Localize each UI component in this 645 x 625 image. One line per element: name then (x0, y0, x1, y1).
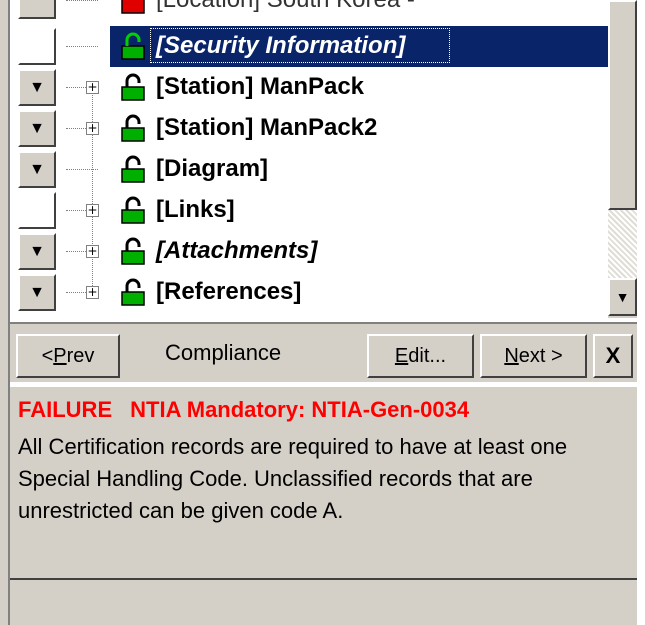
tree-item-label: [Links] (156, 196, 235, 223)
row-flag-button[interactable]: ▼ (18, 233, 56, 270)
expand-plus-icon[interactable]: + (86, 81, 99, 94)
row-flag-button[interactable]: ▼ (18, 110, 56, 147)
green-lock-icon (121, 237, 145, 265)
red-lock-icon (121, 0, 145, 14)
row-flag-button[interactable] (18, 28, 56, 65)
tree-row[interactable]: ▼ + [Station] ManPack (10, 67, 608, 108)
prev-button-mnemonic: P (53, 344, 67, 367)
row-flag-button[interactable] (18, 0, 56, 19)
tree-row[interactable]: ▼ + [Attachments] (10, 231, 608, 272)
down-triangle-icon: ▼ (29, 119, 45, 137)
expand-plus-icon[interactable]: + (86, 122, 99, 135)
green-lock-icon (121, 32, 145, 60)
expand-plus-icon[interactable]: + (86, 245, 99, 258)
expand-plus-icon[interactable]: + (86, 286, 99, 299)
tree-row[interactable]: ▼ + [Station] ManPack2 (10, 108, 608, 149)
tree-row-partial[interactable]: [Location] South Korea - (10, 0, 608, 21)
close-icon: X (605, 343, 621, 368)
down-triangle-icon: ▼ (29, 78, 45, 96)
status-bar (10, 578, 637, 625)
failure-description: All Certification records are required t… (18, 434, 568, 523)
down-triangle-icon: ▼ (29, 160, 45, 178)
green-lock-icon (121, 278, 145, 306)
scrollbar-thumb[interactable] (608, 0, 637, 210)
tree-item-label: [Attachments] (156, 237, 318, 264)
tree-row[interactable]: [Security Information] (10, 26, 608, 67)
failure-rule-id: NTIA Mandatory: NTIA-Gen-0034 (130, 397, 470, 422)
scroll-down-arrow-icon: ▼ (615, 289, 630, 305)
edit-button-label: dit... (408, 344, 447, 367)
scroll-down-button[interactable]: ▼ (608, 278, 637, 316)
row-flag-button[interactable]: ▼ (18, 69, 56, 106)
tree-connector (66, 46, 98, 47)
compliance-window: [Location] South Korea - [Security Infor… (0, 0, 645, 625)
green-lock-icon (121, 114, 145, 142)
toolbar-title: Compliance (165, 340, 282, 365)
tree-row[interactable]: ▼ + [References] (10, 272, 608, 313)
down-triangle-icon: ▼ (29, 283, 45, 301)
prev-button-prefix: < (41, 344, 54, 367)
green-lock-icon (121, 196, 145, 224)
expand-plus-icon[interactable]: + (86, 204, 99, 217)
failure-heading: FAILURE NTIA Mandatory: NTIA-Gen-0034 (18, 395, 629, 425)
tree-connector (66, 0, 98, 1)
failure-status-word: FAILURE (18, 397, 113, 422)
tree-item-label: [Location] South Korea - (156, 0, 415, 15)
green-lock-icon (121, 155, 145, 183)
tree-item-label: [Diagram] (156, 155, 269, 182)
down-triangle-icon: ▼ (29, 242, 45, 260)
tree-connector (66, 169, 98, 170)
window-left-border (0, 0, 10, 625)
tree-row[interactable]: ▼ [Diagram] (10, 149, 608, 190)
row-flag-button[interactable]: ▼ (18, 274, 56, 311)
tree-item-label: [References] (156, 278, 302, 305)
window-right-margin (637, 0, 645, 625)
tree-row[interactable]: + [Links] (10, 190, 608, 231)
prev-button-label: rev (66, 344, 95, 367)
focus-rectangle (150, 28, 450, 63)
edit-button-mnemonic: E (394, 344, 409, 367)
next-button-label: ext > (518, 344, 563, 367)
green-lock-icon (121, 73, 145, 101)
edit-button[interactable]: Edit... (367, 334, 474, 378)
close-button[interactable]: X (593, 334, 633, 378)
record-tree[interactable]: [Location] South Korea - [Security Infor… (10, 0, 608, 318)
next-button[interactable]: Next > (480, 334, 587, 378)
tree-item-label: [Station] ManPack2 (156, 114, 378, 141)
row-flag-button[interactable]: ▼ (18, 151, 56, 188)
tree-item-label: [Station] ManPack (156, 73, 365, 100)
tree-vertical-scrollbar[interactable]: ▼ (608, 0, 637, 318)
prev-button[interactable]: < Prev (16, 334, 120, 378)
row-flag-button[interactable] (18, 192, 56, 229)
compliance-message-pane: FAILURE NTIA Mandatory: NTIA-Gen-0034 All… (10, 385, 637, 578)
compliance-toolbar: < Prev Compliance Edit... Next > X (10, 322, 637, 382)
next-button-mnemonic: N (504, 344, 519, 367)
scrollbar-track[interactable] (608, 210, 637, 278)
